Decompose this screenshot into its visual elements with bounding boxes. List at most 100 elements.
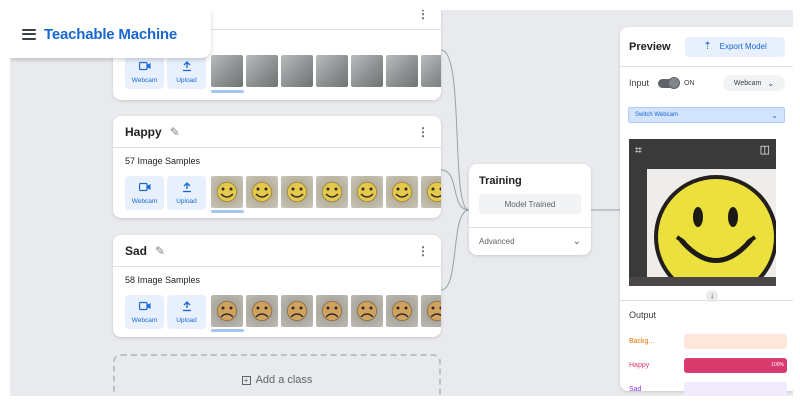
output-row: Backg... xyxy=(620,329,793,353)
sample-thumbnail[interactable] xyxy=(316,176,348,208)
output-rows: Backg... Happy 100% Sad xyxy=(620,329,793,396)
more-vert-icon[interactable]: ⋮ xyxy=(417,10,429,21)
chevron-down-icon: ⌄ xyxy=(767,78,775,88)
output-title: Output xyxy=(629,310,657,320)
toggle-state-label: ON xyxy=(684,79,695,87)
webcam-icon xyxy=(138,61,151,74)
thumbnail-scroll-indicator[interactable] xyxy=(211,329,244,332)
sample-thumbnail[interactable] xyxy=(316,295,348,327)
upload-icon xyxy=(182,60,192,74)
sample-thumbnail[interactable] xyxy=(211,176,243,208)
sample-row: Webcam Upload xyxy=(125,176,441,210)
preview-panel: Preview ⇡ Export Model Input ON Webcam ⌄… xyxy=(620,27,793,396)
upload-button-label: Upload xyxy=(176,76,197,84)
sample-thumbnail[interactable] xyxy=(246,295,278,327)
webcam-button-label: Webcam xyxy=(131,76,158,84)
sample-thumbnail[interactable] xyxy=(211,295,243,327)
more-vert-icon[interactable]: ⋮ xyxy=(417,244,429,258)
thumbnail-scroll-indicator[interactable] xyxy=(211,90,244,93)
confidence-bar xyxy=(684,381,787,396)
class-name[interactable]: Sad xyxy=(125,244,147,258)
input-label: Input xyxy=(629,78,650,88)
sample-thumbnails xyxy=(211,55,441,87)
webcam-button[interactable]: Webcam xyxy=(125,55,164,89)
sample-thumbnails xyxy=(211,295,441,327)
webcam-button-label: Webcam xyxy=(131,316,158,324)
webcam-button[interactable]: Webcam xyxy=(125,176,164,210)
output-section: Output Backg... Happy 100% Sad xyxy=(620,300,793,396)
toggle-knob xyxy=(668,76,681,89)
sample-thumbnail[interactable] xyxy=(281,295,313,327)
app-title[interactable]: Teachable Machine xyxy=(44,26,177,43)
sample-thumbnail[interactable] xyxy=(386,295,418,327)
samples-count: 58 Image Samples xyxy=(125,275,201,285)
upload-button-label: Upload xyxy=(176,197,197,205)
sample-thumbnail[interactable] xyxy=(246,55,278,87)
sample-thumbnail[interactable] xyxy=(386,176,418,208)
advanced-label: Advanced xyxy=(479,237,515,246)
class-card-header: Happy ✎ ⋮ xyxy=(113,116,441,148)
webcam-preview: ⌗ ◫ xyxy=(629,139,776,286)
upload-icon xyxy=(182,181,192,195)
sample-thumbnail[interactable] xyxy=(281,55,313,87)
upload-button-label: Upload xyxy=(176,316,197,324)
crop-icon[interactable]: ⌗ xyxy=(635,143,642,158)
webcam-feed-image xyxy=(629,139,776,286)
input-row: Input ON Webcam ⌄ xyxy=(620,67,793,99)
class-card-happy: Happy ✎ ⋮ 57 Image Samples Webcam Upload xyxy=(113,116,441,218)
sample-thumbnail[interactable] xyxy=(421,295,441,327)
sample-thumbnail[interactable] xyxy=(351,295,383,327)
chevron-down-icon: ⌄ xyxy=(771,110,778,120)
upload-button[interactable]: Upload xyxy=(167,295,206,329)
flip-icon[interactable]: ◫ xyxy=(760,143,770,156)
sample-thumbnail[interactable] xyxy=(421,55,441,87)
class-card-header: Sad ✎ ⋮ xyxy=(113,235,441,267)
add-class-label: Add a class xyxy=(255,374,313,386)
sample-thumbnail[interactable] xyxy=(386,55,418,87)
output-row: Sad xyxy=(620,377,793,396)
advanced-toggle[interactable]: Advanced ⌄ xyxy=(469,227,591,255)
upload-button[interactable]: Upload xyxy=(167,176,206,210)
sample-thumbnail[interactable] xyxy=(211,55,243,87)
webcam-button[interactable]: Webcam xyxy=(125,295,164,329)
thumbnail-scroll-indicator[interactable] xyxy=(211,210,244,213)
preview-title: Preview xyxy=(629,40,671,53)
switch-webcam-select[interactable]: Switch Webcam ⌄ xyxy=(628,107,785,123)
edit-pencil-icon[interactable]: ✎ xyxy=(155,244,165,258)
preview-header: Preview ⇡ Export Model xyxy=(620,27,793,67)
webcam-button-label: Webcam xyxy=(131,197,158,205)
sample-thumbnail[interactable] xyxy=(351,55,383,87)
more-vert-icon[interactable]: ⋮ xyxy=(417,125,429,139)
sample-thumbnail[interactable] xyxy=(316,55,348,87)
class-card-sad: Sad ✎ ⋮ 58 Image Samples Webcam Upload xyxy=(113,235,441,337)
switch-webcam-label: Switch Webcam xyxy=(635,112,678,118)
output-class-label: Happy xyxy=(629,361,650,369)
training-panel: Training Model Trained Advanced ⌄ xyxy=(469,164,591,255)
sample-thumbnail[interactable] xyxy=(246,176,278,208)
input-source-value: Webcam xyxy=(733,79,762,87)
webcam-icon xyxy=(138,182,151,195)
sample-row: Webcam Upload xyxy=(125,295,441,329)
edit-pencil-icon[interactable]: ✎ xyxy=(170,125,180,139)
export-model-label: Export Model xyxy=(719,42,767,51)
input-toggle[interactable] xyxy=(658,76,681,89)
add-box-icon: + xyxy=(241,375,251,385)
add-class-button[interactable]: + Add a class xyxy=(113,354,441,396)
class-name[interactable]: Happy xyxy=(125,125,162,139)
sample-thumbnail[interactable] xyxy=(351,176,383,208)
sample-thumbnail[interactable] xyxy=(281,176,313,208)
output-class-label: Backg... xyxy=(629,337,655,345)
sample-thumbnail[interactable] xyxy=(421,176,441,208)
confidence-bar xyxy=(684,333,787,349)
samples-count: 57 Image Samples xyxy=(125,156,201,166)
output-row: Happy 100% xyxy=(620,353,793,377)
export-model-button[interactable]: ⇡ Export Model xyxy=(685,36,785,57)
menu-icon[interactable] xyxy=(22,28,36,40)
upload-button[interactable]: Upload xyxy=(167,55,206,89)
train-model-button[interactable]: Model Trained xyxy=(479,194,581,214)
export-icon: ⇡ xyxy=(703,41,712,52)
confidence-percent: 100% xyxy=(771,361,784,368)
output-class-label: Sad xyxy=(629,385,642,393)
input-source-select[interactable]: Webcam ⌄ xyxy=(723,75,785,91)
workspace-canvas: ⋮ Webcam Upload Happy ✎ ⋮ 57 Image Sampl… xyxy=(10,10,793,396)
